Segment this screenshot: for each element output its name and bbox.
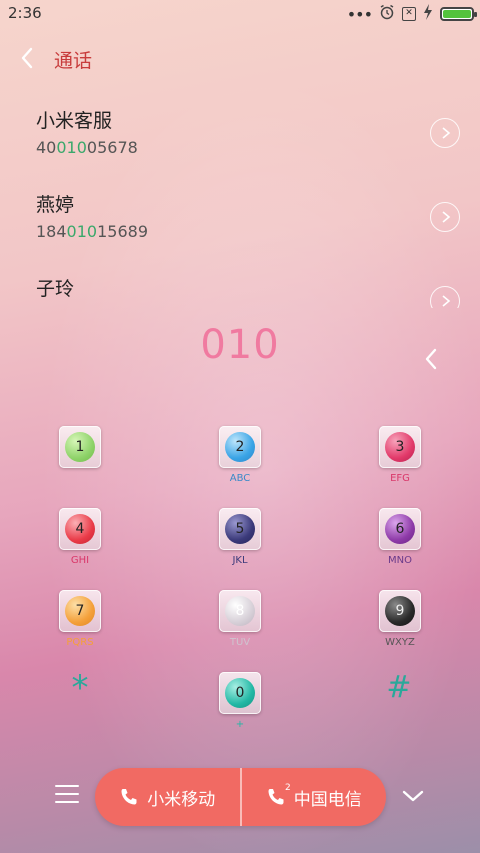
key-9-letters: WXYZ	[385, 637, 415, 648]
contact-detail-button[interactable]	[430, 202, 460, 232]
key-6[interactable]: 6 MNO	[359, 506, 439, 576]
key-8-ball: 8	[225, 596, 255, 626]
key-5-letters: JKL	[232, 555, 248, 566]
key-star[interactable]: *	[40, 670, 120, 740]
charging-icon	[423, 4, 433, 24]
contact-name: 燕婷	[36, 194, 75, 216]
contact-detail-button[interactable]	[430, 286, 460, 308]
key-0-ball: 0	[225, 678, 255, 708]
status-icons: ••• ✕	[346, 4, 477, 24]
contact-name: 子玲	[36, 278, 75, 300]
contact-row[interactable]: 小米客服 4001005678	[0, 106, 480, 190]
contact-row[interactable]: 子玲	[0, 274, 480, 308]
key-7[interactable]: 7 PQRS	[39, 588, 119, 658]
contact-row[interactable]: 燕婷 18401015689	[0, 190, 480, 274]
key-3-letters: EFG	[390, 473, 410, 484]
status-bar: 2:36 ••• ✕	[0, 0, 480, 28]
key-3-ball: 3	[385, 432, 415, 462]
key-5-ball: 5	[225, 514, 255, 544]
page-title: 通话	[54, 50, 93, 72]
key-9-ball: 9	[385, 596, 415, 626]
chevron-right-icon	[442, 211, 451, 223]
key-4[interactable]: 4 GHI	[39, 506, 119, 576]
key-8[interactable]: 8 TUV	[199, 588, 279, 658]
backspace-chevron-icon	[425, 348, 437, 370]
chevron-right-icon	[442, 127, 451, 139]
phone-sim2-icon: 2	[266, 783, 291, 807]
contact-name: 小米客服	[36, 110, 113, 132]
key-6-letters: MNO	[388, 555, 412, 566]
delete-digit-button[interactable]	[420, 346, 442, 372]
call-button-group: 小米移动 2 中国电信	[95, 768, 386, 826]
key-4-ball: 4	[65, 514, 95, 544]
sim1-label: 小米移动	[147, 789, 216, 810]
phone-icon	[119, 787, 139, 807]
key-2[interactable]: 2 ABC	[199, 424, 279, 494]
chevron-right-icon	[442, 295, 451, 307]
battery-icon	[440, 7, 477, 21]
dialed-number: 010	[200, 322, 280, 368]
collapse-keypad-button[interactable]	[400, 786, 426, 806]
key-2-ball: 2	[225, 432, 255, 462]
call-sim2-button[interactable]: 2 中国电信	[239, 768, 387, 826]
sim2-index: 2	[285, 783, 291, 793]
more-dots-icon: •••	[346, 4, 373, 24]
status-time: 2:36	[8, 4, 42, 22]
hash-glyph: #	[386, 670, 412, 705]
key-9[interactable]: 9 WXYZ	[359, 588, 439, 658]
key-hash[interactable]: #	[359, 670, 439, 740]
sim2-label: 中国电信	[293, 789, 362, 810]
contact-number: 18401015689	[36, 222, 148, 241]
key-7-ball: 7	[65, 596, 95, 626]
chevron-down-icon	[402, 790, 424, 802]
chevron-left-icon	[21, 47, 33, 69]
alarm-icon	[379, 4, 395, 24]
call-sim1-button[interactable]: 小米移动	[95, 768, 240, 826]
key-6-ball: 6	[385, 514, 415, 544]
key-1-ball: 1	[65, 432, 95, 462]
key-2-letters: ABC	[229, 473, 251, 484]
key-8-letters: TUV	[229, 637, 251, 648]
contact-detail-button[interactable]	[430, 118, 460, 148]
key-1[interactable]: 1	[39, 424, 119, 494]
key-0[interactable]: 0 +	[199, 670, 279, 740]
key-4-letters: GHI	[70, 555, 90, 566]
key-7-letters: PQRS	[66, 637, 94, 648]
contact-number: 4001005678	[36, 138, 138, 157]
key-0-letters: +	[235, 719, 245, 730]
menu-button[interactable]	[55, 785, 79, 807]
no-sim-icon: ✕	[402, 7, 416, 21]
key-5[interactable]: 5 JKL	[199, 506, 279, 576]
hamburger-menu-icon	[55, 785, 79, 803]
key-3[interactable]: 3 EFG	[359, 424, 439, 494]
star-glyph: *	[71, 668, 89, 708]
back-button[interactable]	[16, 44, 40, 72]
